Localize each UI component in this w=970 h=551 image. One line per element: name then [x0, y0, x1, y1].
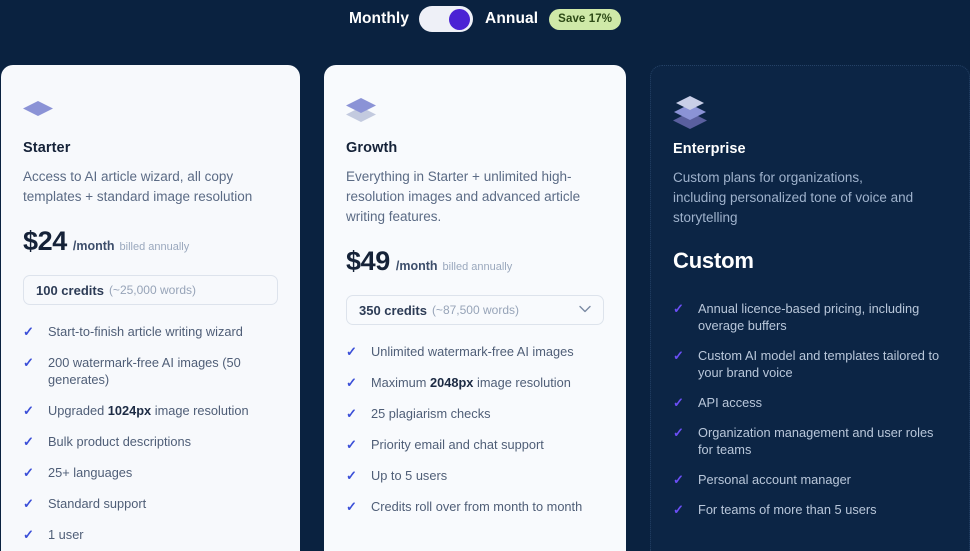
credits-selector-starter[interactable]: 100 credits (~25,000 words)	[23, 275, 278, 305]
price-amount-starter: $24	[23, 226, 67, 256]
credits-words-growth: (~87,500 words)	[431, 303, 519, 317]
feature-label: Maximum 2048px image resolution	[371, 375, 571, 390]
plan-name-growth: Growth	[346, 140, 398, 156]
billing-annual-label[interactable]: Annual	[485, 10, 538, 28]
check-icon: ✓	[346, 468, 357, 483]
feature-item: ✓ Maximum 2048px image resolution	[346, 374, 604, 391]
chevron-down-icon[interactable]	[579, 305, 591, 316]
feature-list-growth: ✓ Unlimited watermark-free AI images ✓ Maxi…	[346, 343, 604, 515]
feature-label: Up to 5 users	[371, 468, 448, 483]
feature-label: Annual licence-based pricing, including …	[698, 301, 920, 333]
toggle-knob	[449, 8, 471, 30]
price-period-starter: /month	[72, 239, 115, 253]
check-icon: ✓	[23, 324, 34, 339]
feature-label: 200 watermark-free AI images (50 generat…	[48, 355, 241, 387]
feature-item: ✓ API access	[673, 394, 947, 411]
layers-triple-icon	[673, 94, 947, 129]
feature-label: Standard support	[48, 496, 147, 511]
feature-label: 25+ languages	[48, 465, 133, 480]
feature-label: Upgraded 1024px image resolution	[48, 403, 249, 418]
pricing-card-growth[interactable]: Growth Everything in Starter + unlimited…	[324, 65, 626, 551]
check-icon: ✓	[346, 406, 357, 421]
layers-single-icon	[23, 93, 278, 123]
price-custom-enterprise: Custom	[673, 248, 754, 273]
check-icon: ✓	[346, 344, 357, 359]
feature-item: ✓ Standard support	[23, 495, 278, 512]
price-amount-growth: $49	[346, 246, 390, 276]
check-icon: ✓	[673, 502, 684, 517]
feature-emphasis: 2048px	[430, 375, 474, 390]
billing-monthly-label[interactable]: Monthly	[349, 10, 409, 28]
feature-label: For teams of more than 5 users	[698, 502, 877, 517]
credits-amount-starter: 100 credits	[36, 282, 104, 298]
plan-description-starter: Access to AI article wizard, all copy te…	[23, 169, 253, 204]
feature-label: Organization management and user roles f…	[698, 425, 934, 457]
pricing-card-starter[interactable]: Starter Access to AI article wizard, all…	[1, 65, 300, 551]
feature-label: Credits roll over from month to month	[371, 499, 583, 514]
check-icon: ✓	[673, 425, 684, 440]
plan-name-enterprise: Enterprise	[673, 141, 746, 157]
pricing-cards-row: Starter Access to AI article wizard, all…	[0, 65, 970, 551]
feature-label: 25 plagiarism checks	[371, 406, 491, 421]
feature-item: ✓ 25+ languages	[23, 464, 278, 481]
feature-label: 1 user	[48, 527, 84, 542]
price-billed-starter: billed annually	[119, 241, 190, 253]
check-icon: ✓	[673, 301, 684, 316]
feature-list-starter: ✓ Start-to-finish article writing wizard ✓…	[23, 323, 278, 551]
layers-double-icon	[346, 93, 604, 123]
feature-item: ✓ 25 plagiarism checks	[346, 405, 604, 422]
credits-amount-growth: 350 credits	[359, 302, 427, 318]
check-icon: ✓	[23, 527, 34, 542]
check-icon: ✓	[23, 496, 34, 511]
billing-period-toggle[interactable]	[419, 6, 474, 32]
feature-item: ✓ Custom AI model and templates tailored …	[673, 347, 947, 381]
check-icon: ✓	[346, 437, 357, 452]
credits-selector-growth[interactable]: 350 credits (~87,500 words)	[346, 295, 604, 325]
feature-item: ✓ Up to 5 users	[346, 467, 604, 484]
pricing-card-enterprise[interactable]: Enterprise Custom plans for organization…	[650, 65, 970, 551]
check-icon: ✓	[346, 375, 357, 390]
billing-toggle-bar: Monthly Annual Save 17%	[0, 0, 970, 38]
save-percent-badge[interactable]: Save 17%	[549, 8, 622, 30]
feature-item: ✓ Upgraded 1024px image resolution	[23, 402, 278, 419]
feature-list-enterprise: ✓ Annual licence-based pricing, including…	[673, 300, 947, 518]
feature-item: ✓ Organization management and user roles …	[673, 424, 947, 458]
check-icon: ✓	[673, 472, 684, 487]
feature-item: ✓ 1 user	[23, 526, 278, 543]
check-icon: ✓	[346, 499, 357, 514]
check-icon: ✓	[23, 434, 34, 449]
feature-item: ✓ Start-to-finish article writing wizard	[23, 323, 278, 340]
feature-label: Bulk product descriptions	[48, 434, 191, 449]
credits-words-starter: (~25,000 words)	[108, 283, 196, 297]
feature-item: ✓ Bulk product descriptions	[23, 433, 278, 450]
feature-label: Start-to-finish article writing wizard	[48, 324, 243, 339]
price-billed-growth: billed annually	[442, 261, 513, 273]
check-icon: ✓	[673, 395, 684, 410]
price-row-starter: $24 /month billed annually	[23, 226, 278, 257]
feature-label: Custom AI model and templates tailored t…	[698, 348, 940, 380]
price-period-growth: /month	[395, 259, 438, 273]
feature-item: ✓ Unlimited watermark-free AI images	[346, 343, 604, 360]
feature-item: ✓ Credits roll over from month to month	[346, 498, 604, 515]
check-icon: ✓	[673, 348, 684, 363]
feature-label: API access	[698, 395, 763, 410]
plan-description-growth: Everything in Starter + unlimited high-r…	[346, 169, 581, 224]
feature-item: ✓ Priority email and chat support	[346, 436, 604, 453]
feature-item: ✓ 200 watermark-free AI images (50 genera…	[23, 354, 278, 388]
feature-item: ✓ For teams of more than 5 users	[673, 501, 947, 518]
check-icon: ✓	[23, 465, 34, 480]
feature-item: ✓ Personal account manager	[673, 471, 947, 488]
feature-label: Personal account manager	[698, 472, 851, 487]
feature-item: ✓ Annual licence-based pricing, including…	[673, 300, 947, 334]
feature-emphasis: 1024px	[107, 403, 152, 418]
check-icon: ✓	[23, 403, 34, 418]
price-row-growth: $49 /month billed annually	[346, 246, 604, 277]
plan-name-starter: Starter	[23, 140, 71, 156]
plan-description-enterprise: Custom plans for organizations, includin…	[673, 170, 914, 225]
feature-label: Unlimited watermark-free AI images	[371, 344, 574, 359]
feature-label: Priority email and chat support	[371, 437, 544, 452]
check-icon: ✓	[23, 355, 34, 370]
